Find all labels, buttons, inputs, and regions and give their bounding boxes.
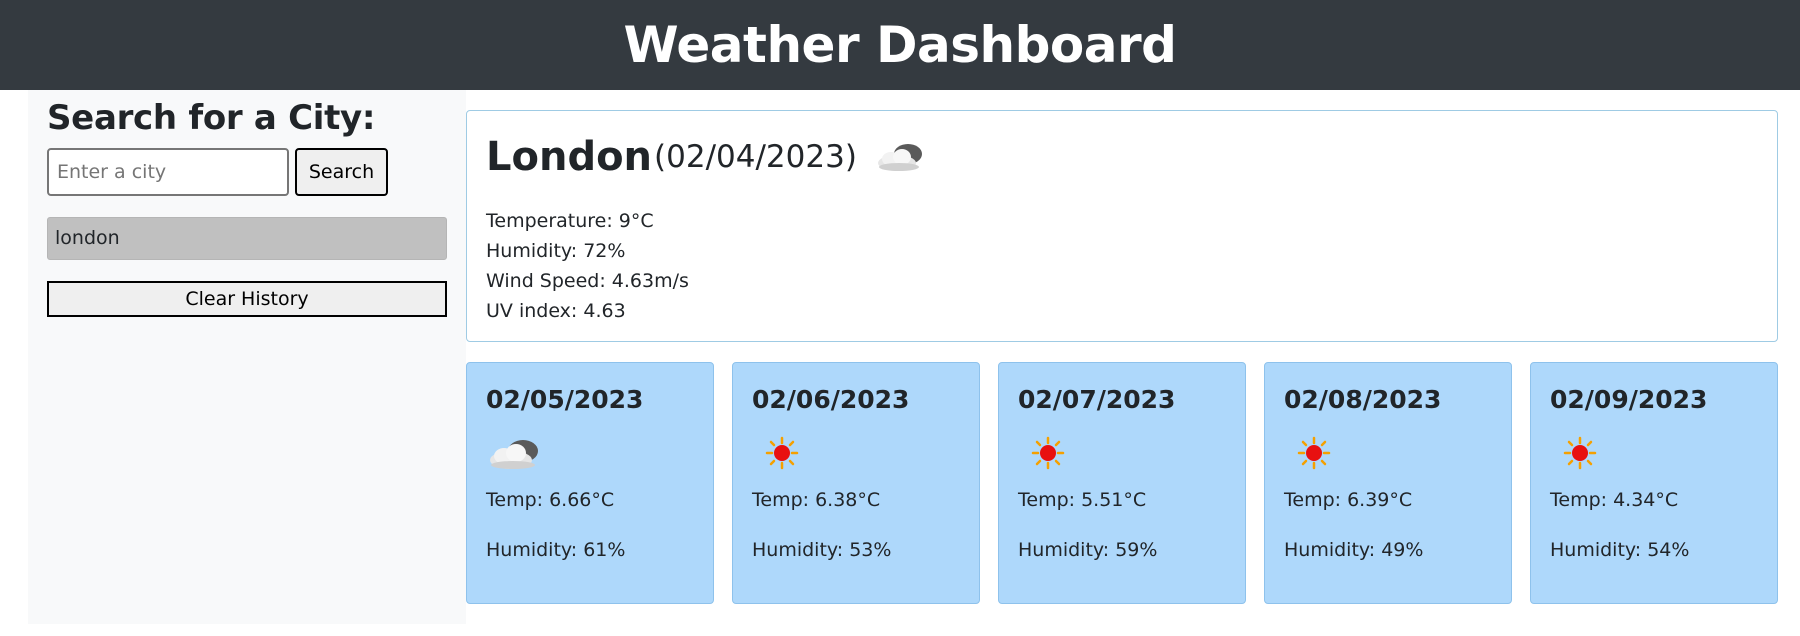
forecast-date: 02/09/2023 (1550, 385, 1708, 414)
current-date: (02/04/2023) (654, 139, 857, 175)
sunny-icon (1550, 429, 1612, 477)
page-header: Weather Dashboard (0, 0, 1800, 90)
search-heading: Search for a City: (47, 98, 376, 138)
forecast-date: 02/07/2023 (1018, 385, 1176, 414)
current-wind-speed: Wind Speed: 4.63m/s (486, 270, 689, 292)
forecast-humidity: Humidity: 61% (486, 539, 626, 561)
current-stats: Temperature: 9°C Humidity: 72% Wind Spee… (486, 206, 689, 326)
current-city-name: London (486, 134, 653, 180)
clear-history-button[interactable]: Clear History (47, 281, 447, 317)
cloudy-icon (875, 137, 929, 177)
history-item-london[interactable]: london (47, 217, 447, 260)
forecast-humidity: Humidity: 54% (1550, 539, 1690, 561)
forecast-humidity: Humidity: 53% (752, 539, 892, 561)
forecast-card: 02/05/2023 Temp: 6.66°C Humidity: 61% (466, 362, 714, 604)
current-uv-index: UV index: 4.63 (486, 300, 626, 322)
current-weather-card: London (02/04/2023) Temperature: 9°C Hum… (466, 110, 1778, 342)
forecast-date: 02/05/2023 (486, 385, 644, 414)
forecast-temp: Temp: 4.34°C (1550, 489, 1679, 511)
search-sidebar: Search for a City: Search london Clear H… (28, 90, 466, 624)
current-humidity: Humidity: 72% (486, 240, 626, 262)
forecast-temp: Temp: 6.39°C (1284, 489, 1413, 511)
sunny-icon (1284, 429, 1346, 477)
search-button[interactable]: Search (295, 148, 388, 196)
forecast-date: 02/06/2023 (752, 385, 910, 414)
page-title: Weather Dashboard (623, 16, 1177, 74)
current-city-line: London (02/04/2023) (486, 134, 929, 180)
forecast-temp: Temp: 6.38°C (752, 489, 881, 511)
city-search-input[interactable] (47, 148, 289, 196)
forecast-temp: Temp: 6.66°C (486, 489, 615, 511)
forecast-date: 02/08/2023 (1284, 385, 1442, 414)
cloudy-icon (486, 429, 548, 477)
forecast-humidity: Humidity: 59% (1018, 539, 1158, 561)
forecast-card: 02/06/2023 Temp: 6.38°C Humidity: 53% (732, 362, 980, 604)
current-temperature: Temperature: 9°C (486, 210, 654, 232)
sunny-icon (1018, 429, 1080, 477)
forecast-card: 02/08/2023 Temp: 6.39°C Humidity: 49% (1264, 362, 1512, 604)
forecast-card: 02/07/2023 Temp: 5.51°C Humidity: 59% (998, 362, 1246, 604)
forecast-humidity: Humidity: 49% (1284, 539, 1424, 561)
forecast-card: 02/09/2023 Temp: 4.34°C Humidity: 54% (1530, 362, 1778, 604)
forecast-temp: Temp: 5.51°C (1018, 489, 1147, 511)
sunny-icon (752, 429, 814, 477)
